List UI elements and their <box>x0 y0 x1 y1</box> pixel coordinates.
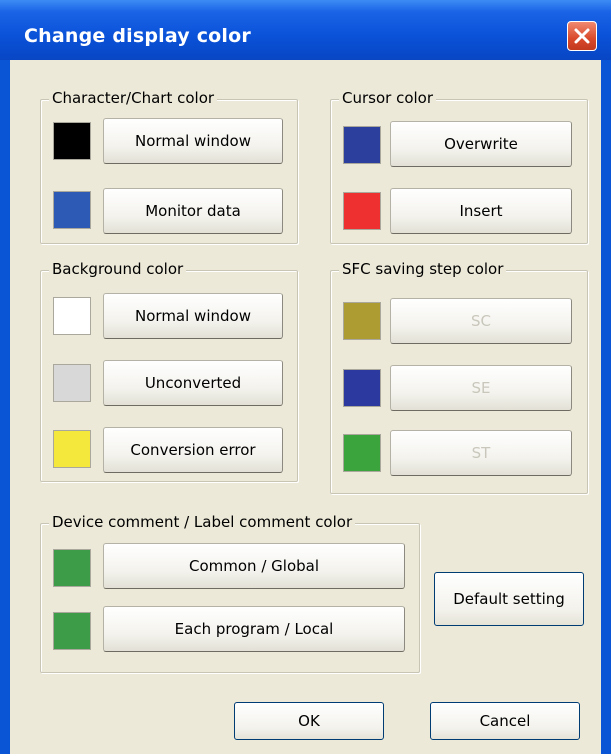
character-monitor-data-swatch <box>53 191 91 229</box>
sfc-se-button[interactable]: SE <box>390 365 572 411</box>
close-button[interactable] <box>567 21 597 51</box>
dialog-window: Change display color Character/Chart col… <box>0 0 611 754</box>
device-comment-color-legend: Device comment / Label comment color <box>49 513 356 531</box>
sfc-sc-swatch <box>343 302 381 340</box>
cursor-overwrite-swatch <box>343 126 381 164</box>
ok-button[interactable]: OK <box>234 702 384 740</box>
character-chart-color-legend: Character/Chart color <box>49 89 218 107</box>
cursor-insert-button[interactable]: Insert <box>390 188 572 234</box>
each-program-local-button[interactable]: Each program / Local <box>103 606 405 652</box>
title-bar: Change display color <box>0 0 611 60</box>
background-color-legend: Background color <box>49 260 187 278</box>
background-unconverted-swatch <box>53 364 91 402</box>
sfc-saving-step-color-legend: SFC saving step color <box>339 260 507 278</box>
sfc-st-swatch <box>343 434 381 472</box>
common-global-swatch <box>53 549 91 587</box>
background-conversion-error-swatch <box>53 430 91 468</box>
background-unconverted-button[interactable]: Unconverted <box>103 360 283 406</box>
sfc-sc-button[interactable]: SC <box>390 298 572 344</box>
cursor-overwrite-button[interactable]: Overwrite <box>390 121 572 167</box>
dialog-client-area: Character/Chart color Normal window Moni… <box>10 60 601 754</box>
close-icon <box>574 28 590 44</box>
sfc-st-button[interactable]: ST <box>390 430 572 476</box>
each-program-local-swatch <box>53 612 91 650</box>
sfc-se-swatch <box>343 369 381 407</box>
background-normal-window-swatch <box>53 297 91 335</box>
common-global-button[interactable]: Common / Global <box>103 543 405 589</box>
character-normal-window-button[interactable]: Normal window <box>103 118 283 164</box>
character-monitor-data-button[interactable]: Monitor data <box>103 188 283 234</box>
cursor-color-legend: Cursor color <box>339 89 437 107</box>
background-conversion-error-button[interactable]: Conversion error <box>103 427 283 473</box>
background-normal-window-button[interactable]: Normal window <box>103 293 283 339</box>
default-setting-button[interactable]: Default setting <box>434 572 584 626</box>
dialog-title: Change display color <box>24 25 251 47</box>
cursor-insert-swatch <box>343 192 381 230</box>
character-normal-window-swatch <box>53 122 91 160</box>
cancel-button[interactable]: Cancel <box>430 702 580 740</box>
